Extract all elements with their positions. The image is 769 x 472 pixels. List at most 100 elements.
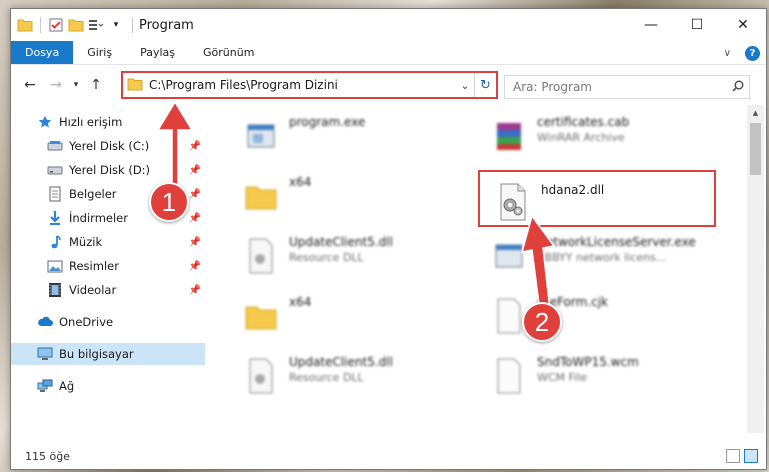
address-row: ← → ▾ ↑ C:\Program Files\Program Dizini …: [11, 65, 766, 105]
explorer-window: ▾ Program — ☐ ✕ Dosya Giriş Paylaş Görün…: [10, 8, 767, 470]
sidebar-item-label: Yerel Disk (D:): [69, 163, 151, 177]
title-bar: ▾ Program — ☐ ✕: [11, 9, 766, 41]
chevron-down-icon[interactable]: ⌄: [456, 79, 474, 92]
file-item[interactable]: UpdateClient5.dll Resource DLL: [241, 235, 393, 277]
step-2-badge: 2: [522, 302, 562, 342]
folder-icon: [241, 295, 281, 337]
sidebar-item-label: Resimler: [69, 259, 119, 273]
file-highlight-box: [478, 170, 716, 227]
address-path[interactable]: C:\Program Files\Program Dizini: [149, 78, 456, 92]
file-icon: [489, 355, 529, 397]
customize-toolbar-icon[interactable]: [88, 17, 104, 33]
file-type: WinRAR Archive: [537, 131, 625, 144]
folder-icon: [241, 175, 281, 217]
search-box[interactable]: [504, 75, 750, 99]
sidebar-item-pictures[interactable]: Resimler 📌: [11, 255, 205, 277]
sidebar-item-network[interactable]: Ağ: [11, 375, 205, 397]
ribbon-controls: ∨ ?: [724, 41, 760, 65]
star-icon: [37, 114, 53, 130]
step-1-badge: 1: [149, 182, 189, 222]
dll-icon: [241, 355, 281, 397]
sidebar-item-label: Ağ: [59, 379, 75, 393]
computer-icon: [37, 346, 53, 362]
sidebar-item-label: İndirmeler: [69, 211, 128, 225]
tab-dosya[interactable]: Dosya: [11, 41, 74, 64]
sidebar-item-this-pc[interactable]: Bu bilgisayar: [11, 343, 205, 365]
music-icon: [47, 234, 63, 250]
file-list: program.exe certificates.cab WinRAR Archi…: [207, 105, 743, 433]
expand-ribbon-icon[interactable]: ∨: [724, 48, 731, 59]
folder-icon: [17, 17, 33, 33]
maximize-button[interactable]: ☐: [674, 9, 720, 41]
up-arrow-icon[interactable]: ↑: [83, 77, 109, 93]
window-controls: — ☐ ✕: [628, 9, 766, 41]
exe-icon: [241, 115, 281, 157]
file-item[interactable]: x64: [241, 295, 311, 337]
pin-icon[interactable]: 📌: [189, 285, 201, 296]
quick-access-toolbar: ▾: [11, 17, 124, 33]
arrow-up-icon: [520, 214, 556, 313]
file-name: UpdateClient5.dll: [289, 235, 393, 249]
pin-icon[interactable]: 📌: [189, 237, 201, 248]
scroll-thumb[interactable]: [750, 123, 761, 175]
file-name: certificates.cab: [537, 115, 630, 129]
back-arrow-icon[interactable]: ←: [17, 77, 43, 93]
scroll-up-icon[interactable]: ▲: [747, 105, 764, 121]
refresh-icon[interactable]: ↻: [474, 73, 496, 97]
view-toggle: [726, 449, 758, 463]
tab-gorunum[interactable]: Görünüm: [189, 41, 268, 64]
video-icon: [47, 282, 63, 298]
properties-icon[interactable]: [48, 17, 64, 33]
sidebar-item-label: Müzik: [69, 235, 103, 249]
pin-icon[interactable]: 📌: [189, 261, 201, 272]
file-type: Resource DLL: [289, 371, 364, 384]
file-item[interactable]: UpdateClient5.dll Resource DLL: [241, 355, 393, 397]
close-button[interactable]: ✕: [720, 9, 766, 41]
title-divider: [132, 17, 133, 33]
drive-icon: [47, 162, 63, 178]
help-icon[interactable]: ?: [745, 45, 760, 61]
file-name: program.exe: [289, 115, 366, 129]
forward-arrow-icon[interactable]: →: [43, 77, 69, 93]
file-item[interactable]: SndToWP15.wcm WCM File: [489, 355, 639, 397]
search-icon[interactable]: [727, 80, 749, 95]
sidebar-item-label: Hızlı erişim: [59, 115, 123, 129]
file-item[interactable]: x64: [241, 175, 311, 217]
large-icons-view-icon[interactable]: [744, 449, 758, 463]
address-bar[interactable]: C:\Program Files\Program Dizini ⌄ ↻: [121, 71, 498, 99]
file-item[interactable]: program.exe: [241, 115, 365, 157]
window-title: Program: [139, 17, 194, 33]
item-count: 115 öğe: [25, 449, 70, 463]
recent-locations-icon[interactable]: ▾: [69, 80, 83, 90]
file-name: x64: [289, 175, 312, 189]
details-view-icon[interactable]: [726, 449, 740, 463]
file-name: x64: [289, 295, 312, 309]
sidebar-item-label: Yerel Disk (C:): [69, 139, 150, 153]
file-name: UpdateClient5.dll: [289, 355, 393, 369]
pin-icon[interactable]: 📌: [189, 213, 201, 224]
cloud-icon: [37, 314, 53, 330]
download-icon: [47, 210, 63, 226]
file-item[interactable]: certificates.cab WinRAR Archive: [489, 115, 629, 157]
drive-icon: [47, 138, 63, 154]
toolbar-divider: [40, 17, 41, 33]
file-type: WCM File: [537, 371, 587, 384]
sidebar-item-onedrive[interactable]: OneDrive: [11, 311, 205, 333]
ribbon-tabs: Dosya Giriş Paylaş Görünüm ∨ ?: [11, 41, 766, 65]
network-icon: [37, 378, 53, 394]
documents-icon: [47, 186, 63, 202]
status-bar: 115 öğe: [11, 443, 766, 469]
sidebar-item-label: Videolar: [69, 283, 117, 297]
sidebar-item-label: OneDrive: [59, 315, 114, 329]
sidebar-item-music[interactable]: Müzik 📌: [11, 231, 205, 253]
sidebar-item-videos[interactable]: Videolar 📌: [11, 279, 205, 301]
tab-giris[interactable]: Giriş: [73, 41, 126, 64]
new-folder-icon[interactable]: [68, 17, 84, 33]
pictures-icon: [47, 258, 63, 274]
chevron-down-icon[interactable]: ▾: [108, 17, 124, 33]
file-type: Resource DLL: [289, 251, 364, 264]
tab-paylas[interactable]: Paylaş: [126, 41, 189, 64]
search-input[interactable]: [513, 80, 727, 94]
vertical-scrollbar[interactable]: ▲: [747, 105, 764, 433]
minimize-button[interactable]: —: [628, 9, 674, 41]
